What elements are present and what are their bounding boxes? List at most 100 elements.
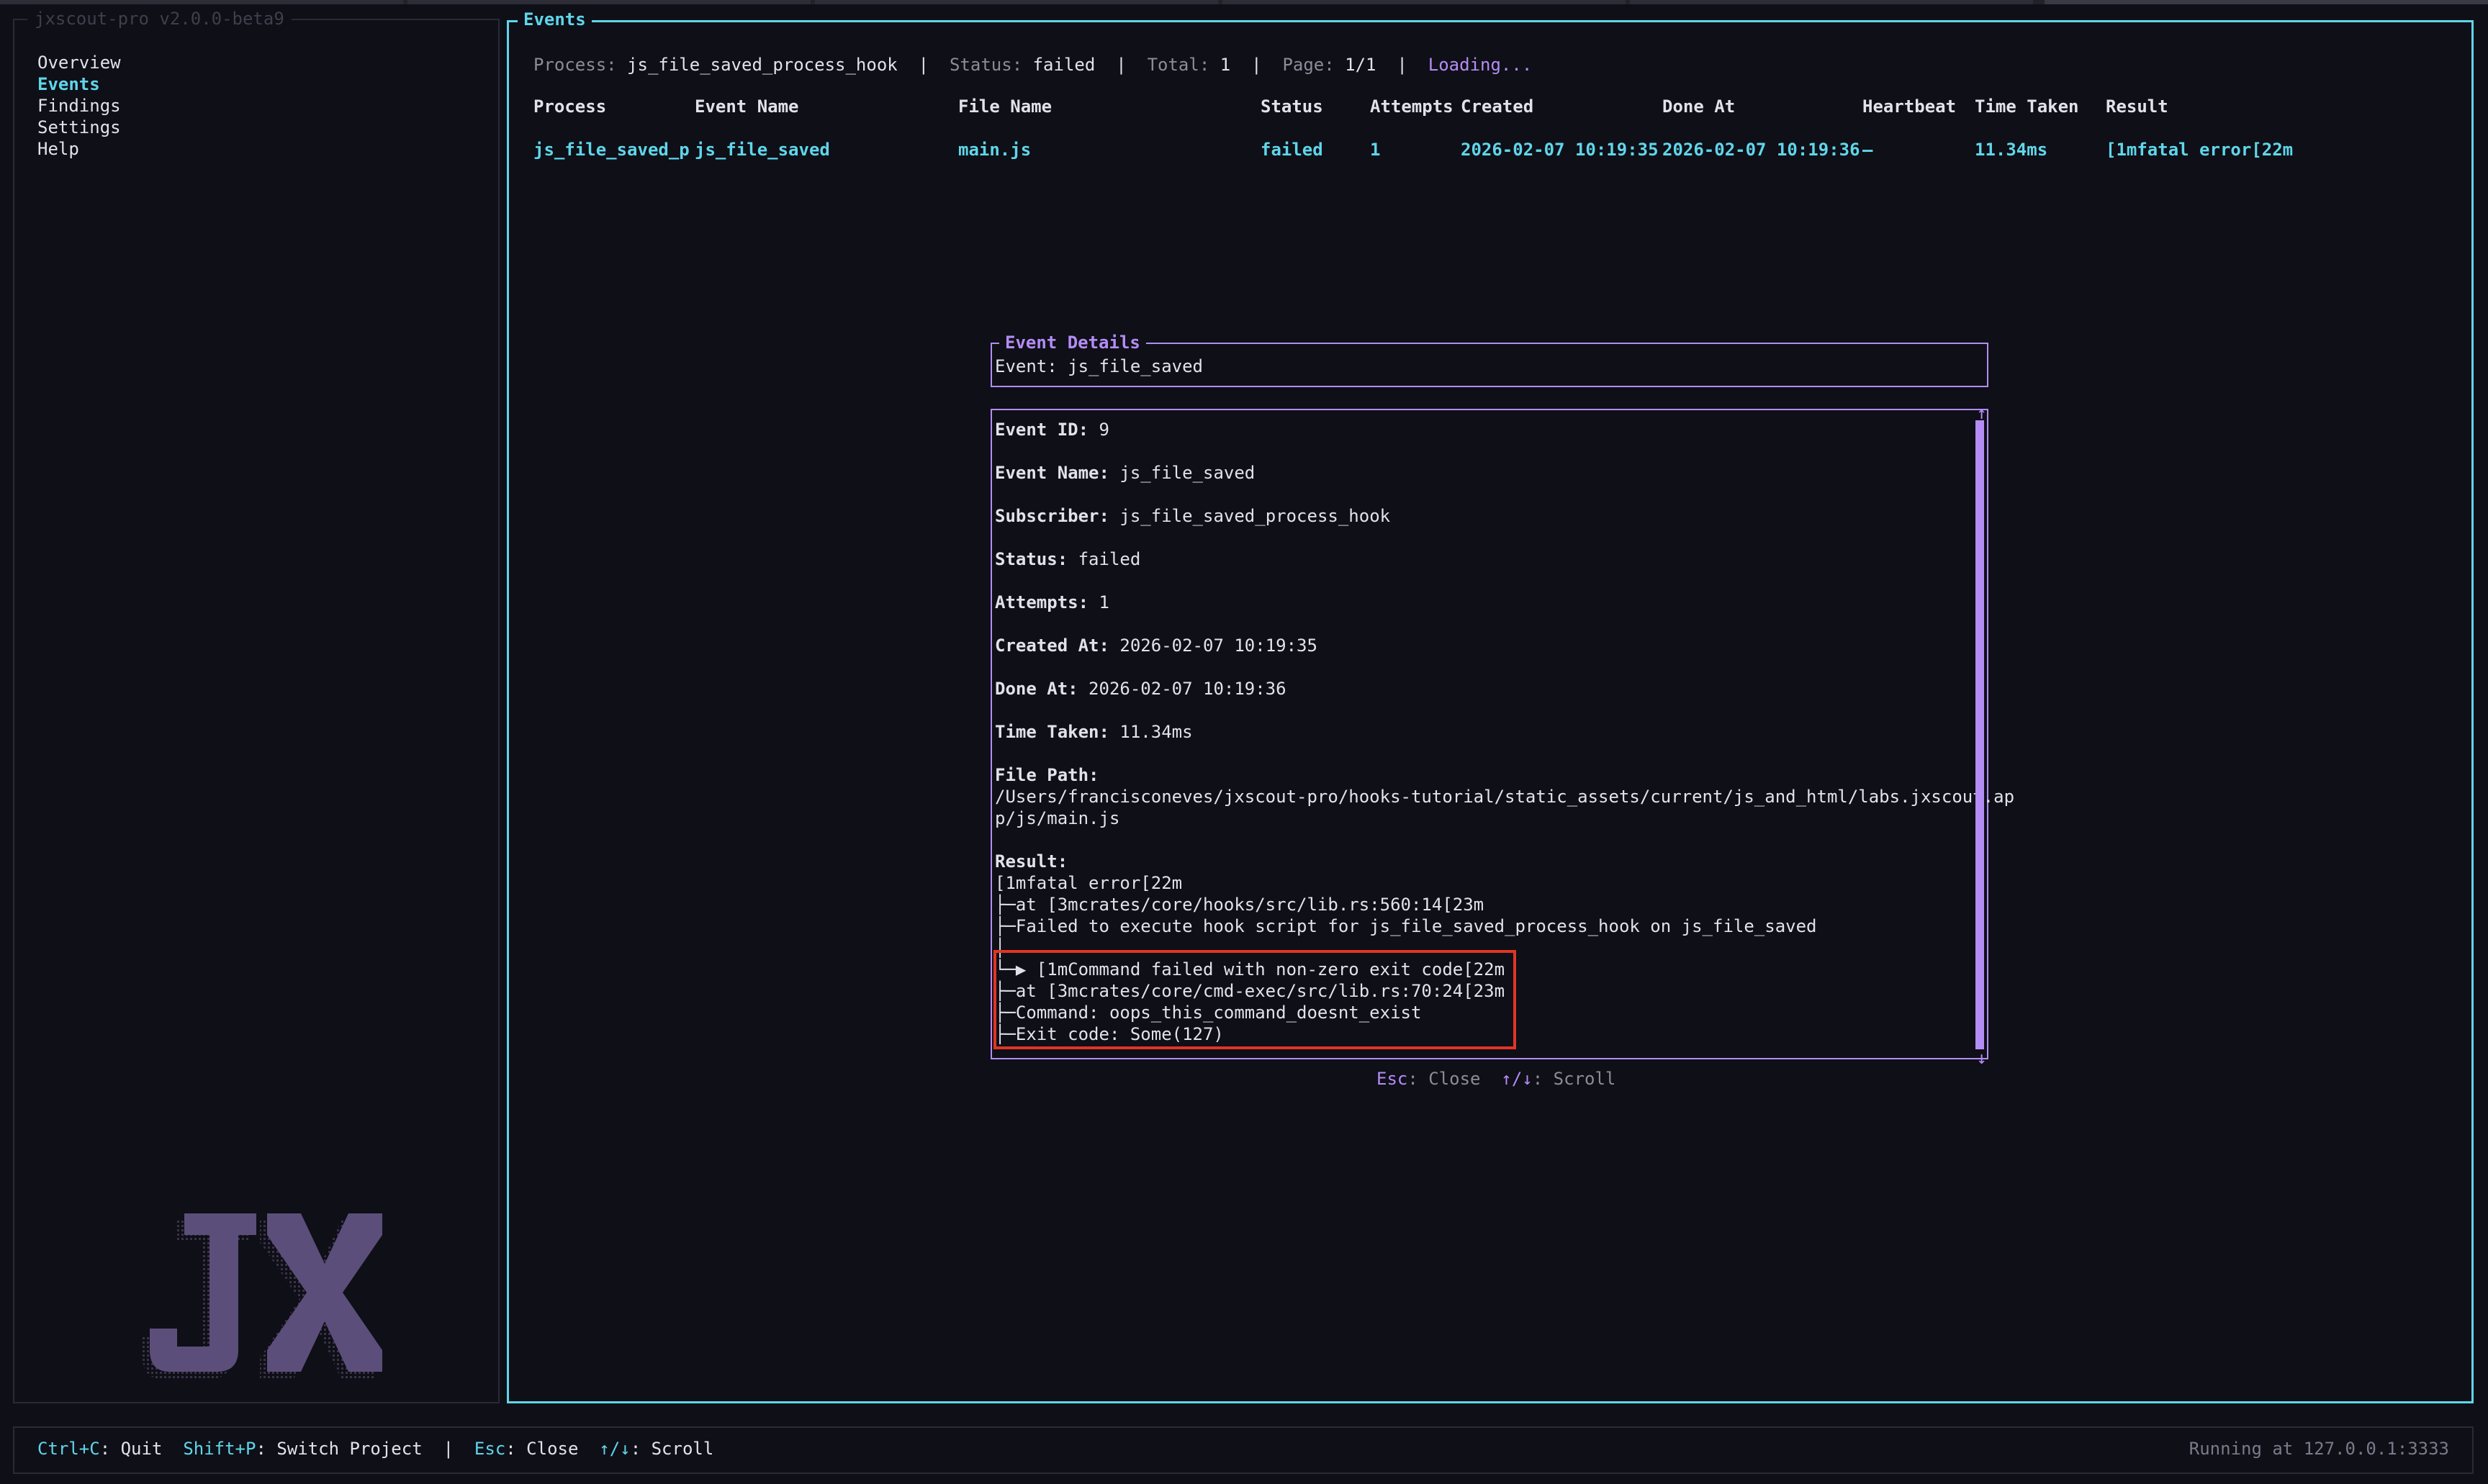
- detail-file-path-line-2: p/js/main.js: [995, 808, 1120, 828]
- top-tab-6: [2045, 0, 2488, 4]
- detail-done-at: Done At: 2026-02-07 10:19:36: [995, 678, 1967, 700]
- sidebar-item-overview[interactable]: Overview: [37, 52, 121, 73]
- status-bar: Ctrl+C: Quit Shift+P: Switch Project | E…: [13, 1426, 2474, 1474]
- column-header-result[interactable]: Result: [2106, 96, 2168, 117]
- detail-file-path-line-1: /Users/francisconeves/jxscout-pro/hooks-…: [995, 787, 2015, 807]
- scrollbar-thumb[interactable]: [1975, 420, 1984, 1049]
- detail-attempts: Attempts: 1: [995, 592, 1967, 613]
- detail-label: Attempts:: [995, 592, 1089, 612]
- status-filter-label: Status:: [950, 55, 1023, 75]
- detail-label: Event Name:: [995, 463, 1109, 483]
- top-tab-4: [1222, 0, 1626, 4]
- top-tab-3: [815, 0, 1218, 4]
- esc-key-hint: Esc: [1376, 1069, 1408, 1089]
- detail-value: js_file_saved_process_hook: [1119, 506, 1391, 526]
- event-details-header: Event Details Event: js_file_saved: [991, 332, 1988, 387]
- column-header-event-name[interactable]: Event Name: [695, 96, 799, 117]
- detail-value: 2026-02-07 10:19:35: [1119, 635, 1317, 656]
- events-filter-info: Process: js_file_saved_process_hook | St…: [533, 54, 1532, 76]
- result-line: ├─Failed to execute hook script for js_f…: [995, 916, 1817, 936]
- scroll-action-hint: : Scroll: [1532, 1069, 1616, 1089]
- events-panel-title: Events: [518, 9, 592, 30]
- row-time-taken: 11.34ms: [1975, 140, 2048, 160]
- detail-label: Created At:: [995, 635, 1109, 656]
- detail-event-id: Event ID: 9: [995, 419, 1967, 440]
- scroll-key: ↑/↓: [599, 1439, 631, 1459]
- scrollbar-track[interactable]: [1975, 420, 1984, 1049]
- sidebar-item-events[interactable]: Events: [37, 73, 121, 95]
- page-value: 1/1: [1345, 55, 1376, 75]
- column-header-attempts[interactable]: Attempts: [1370, 96, 1453, 117]
- jx-logo: JX: [143, 1213, 382, 1379]
- column-header-process[interactable]: Process: [533, 96, 606, 117]
- detail-status: Status: failed: [995, 548, 1967, 570]
- switch-project-key: Shift+P: [183, 1439, 256, 1459]
- row-file-name: main.js: [958, 140, 1032, 160]
- separator: |: [1397, 55, 1407, 75]
- loading-indicator: Loading...: [1428, 55, 1533, 75]
- window-top-strip: [0, 0, 2488, 4]
- page-label: Page:: [1282, 55, 1335, 75]
- total-value: 1: [1220, 55, 1231, 75]
- event-details-body[interactable]: Event ID: 9 Event Name: js_file_saved Su…: [991, 404, 2015, 1067]
- quit-key: Ctrl+C: [37, 1439, 100, 1459]
- result-line: ├─at [3mcrates/core/hooks/src/lib.rs:560…: [995, 895, 1484, 915]
- sidebar-item-settings[interactable]: Settings: [37, 117, 121, 138]
- row-event-name: js_file_saved: [695, 140, 830, 160]
- column-header-status[interactable]: Status: [1261, 96, 1323, 117]
- sidebar-nav: Overview Events Findings Settings Help: [37, 52, 121, 160]
- scroll-action: : Scroll: [630, 1439, 714, 1459]
- separator: |: [918, 55, 929, 75]
- sidebar-item-findings[interactable]: Findings: [37, 95, 121, 117]
- detail-value: 2026-02-07 10:19:36: [1088, 679, 1286, 699]
- process-filter-value: js_file_saved_process_hook: [627, 55, 898, 75]
- detail-label: Status:: [995, 549, 1068, 569]
- scroll-key-hint: ↑/↓: [1501, 1069, 1533, 1089]
- scroll-up-arrow-icon[interactable]: ↑: [1977, 404, 1987, 422]
- row-attempts: 1: [1370, 140, 1381, 160]
- row-heartbeat: –: [1862, 140, 1873, 160]
- row-created: 2026-02-07 10:19:35: [1461, 140, 1659, 160]
- detail-value: 11.34ms: [1119, 722, 1193, 742]
- switch-project-action: : Switch Project: [256, 1439, 423, 1459]
- detail-value: 9: [1099, 420, 1109, 440]
- row-done-at: 2026-02-07 10:19:36: [1662, 140, 1860, 160]
- detail-event-name: Event Name: js_file_saved: [995, 462, 1967, 484]
- process-filter-label: Process:: [533, 55, 617, 75]
- close-action: : Close: [505, 1439, 579, 1459]
- sidebar-item-help[interactable]: Help: [37, 138, 121, 160]
- detail-time-taken: Time Taken: 11.34ms: [995, 721, 1967, 743]
- close-key: Esc: [474, 1439, 506, 1459]
- modal-key-hints: Esc: Close ↑/↓: Scroll: [1376, 1068, 1615, 1090]
- column-header-done-at[interactable]: Done At: [1662, 96, 1735, 117]
- detail-label: Done At:: [995, 679, 1078, 699]
- column-header-file-name[interactable]: File Name: [958, 96, 1052, 117]
- separator: |: [1116, 55, 1127, 75]
- scroll-down-arrow-icon[interactable]: ↓: [1977, 1049, 1987, 1067]
- esc-action-hint: : Close: [1407, 1069, 1481, 1089]
- status-filter-value: failed: [1032, 55, 1096, 75]
- column-header-created[interactable]: Created: [1461, 96, 1533, 117]
- column-header-time-taken[interactable]: Time Taken: [1975, 96, 2079, 117]
- top-tab-5: [1630, 0, 2033, 4]
- detail-subscriber: Subscriber: js_file_saved_process_hook: [995, 505, 1967, 527]
- app-title: jxscout-pro v2.0.0-beta9: [27, 9, 292, 29]
- sidebar: jxscout-pro v2.0.0-beta9 Overview Events…: [13, 9, 500, 1403]
- detail-label: Time Taken:: [995, 722, 1109, 742]
- detail-value: failed: [1078, 549, 1141, 569]
- total-label: Total:: [1147, 55, 1210, 75]
- row-status: failed: [1261, 140, 1323, 160]
- row-process: js_file_saved_p: [533, 140, 690, 160]
- top-tab-2: [407, 0, 811, 4]
- row-result: [1mfatal error[22m: [2106, 140, 2294, 160]
- separator: |: [443, 1439, 454, 1459]
- column-header-heartbeat[interactable]: Heartbeat: [1862, 96, 1956, 117]
